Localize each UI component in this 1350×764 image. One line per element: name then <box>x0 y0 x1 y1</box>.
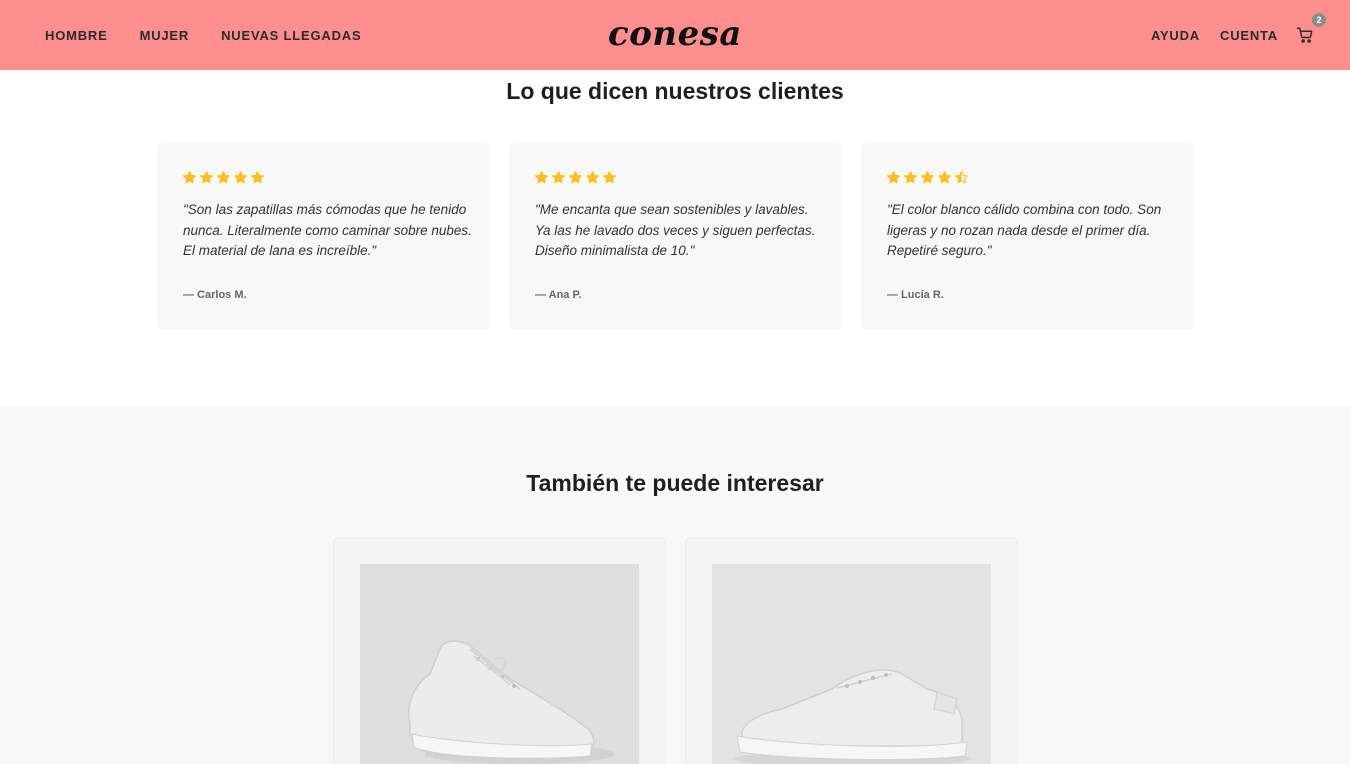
review-author: — Ana P. <box>535 289 582 301</box>
nav-link-mujer[interactable]: MUJER <box>140 28 190 43</box>
review-card: "El color blanco cálido combina con todo… <box>861 143 1194 330</box>
review-author: — Lucía R. <box>887 289 944 301</box>
star-icon <box>552 171 565 184</box>
review-text: "Son las zapatillas más cómodas que he t… <box>183 202 472 258</box>
review-text: "El color blanco cálido combina con todo… <box>887 202 1162 258</box>
star-icon <box>603 171 616 184</box>
review-author: — Carlos M. <box>183 289 247 301</box>
star-rating <box>534 170 617 185</box>
product-card[interactable] <box>333 537 666 764</box>
review-text: "Me encanta que sean sostenibles y lavab… <box>535 202 816 258</box>
related-title: También te puede interesar <box>526 470 824 496</box>
star-icon <box>921 171 934 184</box>
cart-count-badge: 2 <box>1312 13 1326 27</box>
reviews-title: Lo que dicen nuestros clientes <box>506 78 844 104</box>
star-icon <box>183 171 196 184</box>
half-star-icon <box>955 171 968 184</box>
utility-nav: AYUDA CUENTA 2 <box>1151 0 1350 70</box>
cart-icon <box>1296 27 1313 43</box>
star-icon <box>569 171 582 184</box>
brand-logo[interactable]: conesa <box>608 14 742 54</box>
nav-link-hombre[interactable]: HOMBRE <box>45 28 108 43</box>
nav-link-ayuda[interactable]: AYUDA <box>1151 28 1200 43</box>
star-icon <box>586 171 599 184</box>
main-nav: HOMBRE MUJER NUEVAS LLEGADAS <box>45 0 393 70</box>
star-icon <box>904 171 917 184</box>
star-icon <box>200 171 213 184</box>
nav-link-nuevas-llegadas[interactable]: NUEVAS LLEGADAS <box>221 28 361 43</box>
star-icon <box>251 171 264 184</box>
site-header: HOMBRE MUJER NUEVAS LLEGADAS conesa AYUD… <box>0 0 1350 70</box>
reviews-section: Lo que dicen nuestros clientes "Son las … <box>0 70 1350 407</box>
review-card: "Me encanta que sean sostenibles y lavab… <box>509 143 842 330</box>
star-icon <box>938 171 951 184</box>
wool-lounger-sneaker-image <box>712 564 991 764</box>
star-icon <box>234 171 247 184</box>
review-card: "Son las zapatillas más cómodas que he t… <box>157 143 490 330</box>
cart-button[interactable]: 2 <box>1296 13 1326 45</box>
related-products-section: También te puede interesar <box>0 407 1350 764</box>
star-icon <box>535 171 548 184</box>
star-icon <box>887 171 900 184</box>
star-rating <box>182 170 265 185</box>
wool-runner-sneaker-image <box>360 564 639 764</box>
nav-link-cuenta[interactable]: CUENTA <box>1220 28 1278 43</box>
star-icon <box>217 171 230 184</box>
star-rating <box>886 170 969 185</box>
product-card[interactable] <box>685 537 1018 764</box>
